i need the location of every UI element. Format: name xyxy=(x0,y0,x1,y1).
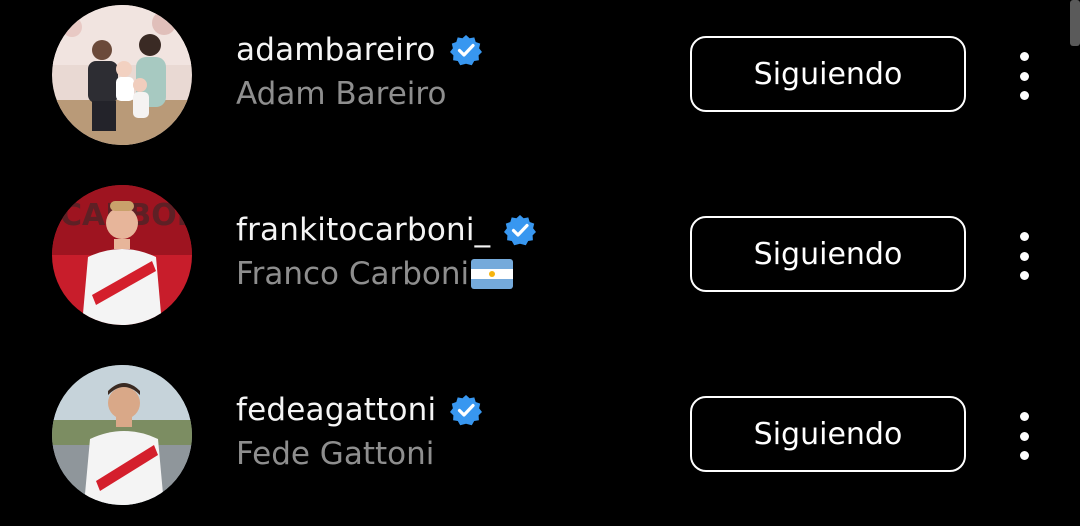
avatar[interactable]: CARBONI xyxy=(52,185,192,325)
avatar[interactable] xyxy=(52,5,192,145)
avatar[interactable] xyxy=(52,365,192,505)
more-vertical-icon[interactable] xyxy=(1006,412,1042,460)
avatar-image: CARBONI xyxy=(52,185,192,325)
more-vertical-icon[interactable] xyxy=(1006,52,1042,100)
full-name: Franco Carboni xyxy=(236,256,514,292)
scrollbar[interactable] xyxy=(1070,0,1080,46)
following-button[interactable]: Siguiendo xyxy=(690,36,966,112)
username[interactable]: frankitocarboni_ xyxy=(236,212,490,248)
following-button[interactable]: Siguiendo xyxy=(690,216,966,292)
following-list: adambareiro Adam Bareiro Siguiendo CARBO… xyxy=(0,0,1080,526)
full-name: Fede Gattoni xyxy=(236,436,434,472)
more-vertical-icon[interactable] xyxy=(1006,232,1042,280)
full-name-text: Franco Carboni xyxy=(236,256,470,292)
username-row: adambareiro xyxy=(236,30,482,70)
username[interactable]: adambareiro xyxy=(236,32,436,68)
argentina-flag-icon xyxy=(471,259,514,289)
full-name: Adam Bareiro xyxy=(236,76,446,112)
following-button[interactable]: Siguiendo xyxy=(690,396,966,472)
avatar-image xyxy=(52,365,192,505)
list-item[interactable]: fedeagattoni Fede Gattoni Siguiendo xyxy=(0,360,1080,505)
username[interactable]: fedeagattoni xyxy=(236,392,436,428)
username-row: frankitocarboni_ xyxy=(236,210,537,250)
verified-badge-icon xyxy=(449,35,482,66)
avatar-image xyxy=(52,5,192,145)
list-item[interactable]: CARBONI frankitocarboni_ Franco Carboni xyxy=(0,180,1080,325)
full-name-text: Adam Bareiro xyxy=(236,76,447,112)
username-row: fedeagattoni xyxy=(236,390,483,430)
verified-badge-icon xyxy=(450,395,483,426)
verified-badge-icon xyxy=(504,215,537,246)
full-name-text: Fede Gattoni xyxy=(236,436,435,472)
list-item[interactable]: adambareiro Adam Bareiro Siguiendo xyxy=(0,0,1080,145)
